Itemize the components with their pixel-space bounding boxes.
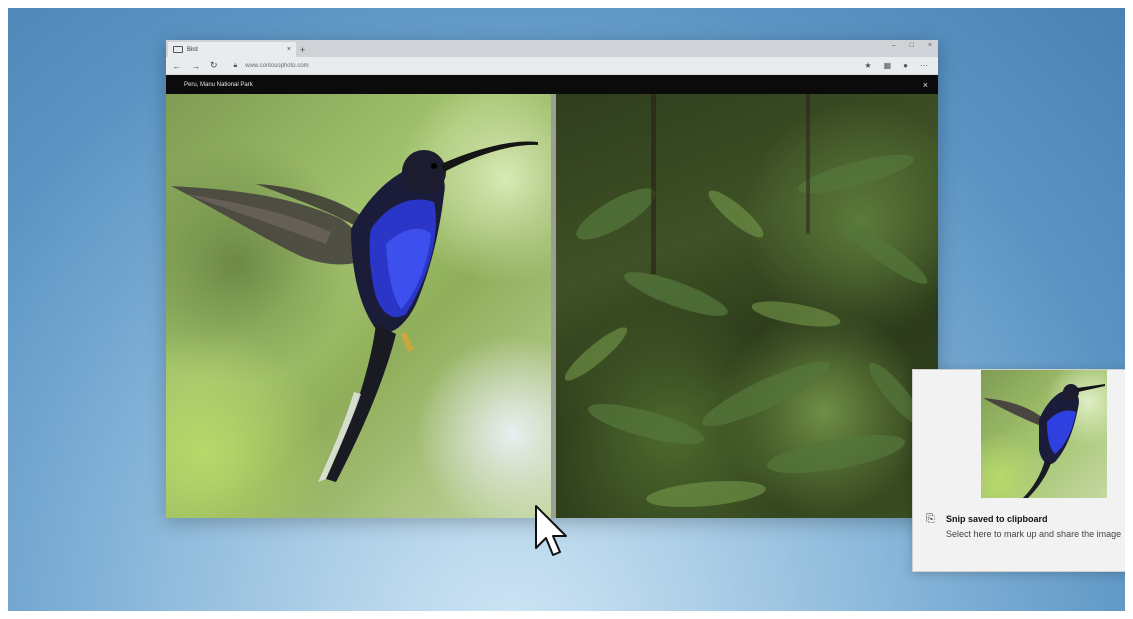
browser-window: Bird × + – □ × ← → ↻ 🔒︎ www.contosophoto… [166, 40, 938, 518]
new-tab-button[interactable]: + [300, 43, 305, 57]
browser-tab[interactable]: Bird × [168, 42, 296, 57]
toast-title: Snip saved to clipboard [946, 514, 1048, 524]
profile-icon[interactable]: ● [903, 61, 908, 70]
close-window-button[interactable]: × [928, 42, 932, 49]
forward-arrow-icon[interactable]: → [191, 61, 200, 71]
desktop-wallpaper: Bird × + – □ × ← → ↻ 🔒︎ www.contosophoto… [8, 8, 1125, 611]
collections-icon[interactable]: ▦ [884, 61, 892, 70]
tab-favicon-icon [173, 46, 183, 53]
hummingbird-illustration [171, 141, 538, 482]
window-controls: – □ × [892, 42, 932, 49]
more-menu-icon[interactable]: ⋯ [920, 61, 928, 70]
address-url: www.contosophoto.com [245, 62, 309, 69]
browser-navbar: ← → ↻ 🔒︎ www.contosophoto.com ★ ▦ ● ⋯ [166, 57, 938, 75]
hummingbird-photo[interactable] [166, 94, 551, 518]
rainforest-photo[interactable] [556, 94, 938, 518]
browser-titlebar: Bird × + – □ × [166, 40, 938, 57]
tab-title: Bird [187, 46, 198, 53]
favorite-star-icon[interactable]: ★ [864, 61, 871, 70]
tab-close-icon[interactable]: × [287, 46, 291, 53]
browser-toolbar-icons: ★ ▦ ● ⋯ [864, 61, 932, 70]
image-viewer-content [166, 94, 938, 518]
toast-body: Select here to mark up and share the ima… [946, 529, 1122, 539]
lock-icon: 🔒︎ [233, 61, 238, 69]
mouse-cursor-icon [535, 505, 567, 556]
foliage-illustration [564, 94, 928, 508]
thumbnail-hummingbird [983, 384, 1105, 498]
image-viewer-bar: Peru, Manu National Park × [166, 75, 938, 94]
refresh-icon[interactable]: ↻ [210, 60, 218, 71]
maximize-button[interactable]: □ [910, 42, 914, 49]
address-bar[interactable]: 🔒︎ www.contosophoto.com [234, 62, 855, 70]
back-arrow-icon[interactable]: ← [172, 61, 181, 71]
snip-notification-toast[interactable]: ⎘ Snip saved to clipboard Select here to… [912, 369, 1125, 572]
image-caption: Peru, Manu National Park [184, 81, 253, 88]
minimize-button[interactable]: – [892, 42, 896, 49]
snip-thumbnail[interactable] [981, 370, 1107, 498]
snip-clipboard-icon: ⎘ [926, 513, 935, 525]
viewer-close-icon[interactable]: × [923, 80, 928, 90]
